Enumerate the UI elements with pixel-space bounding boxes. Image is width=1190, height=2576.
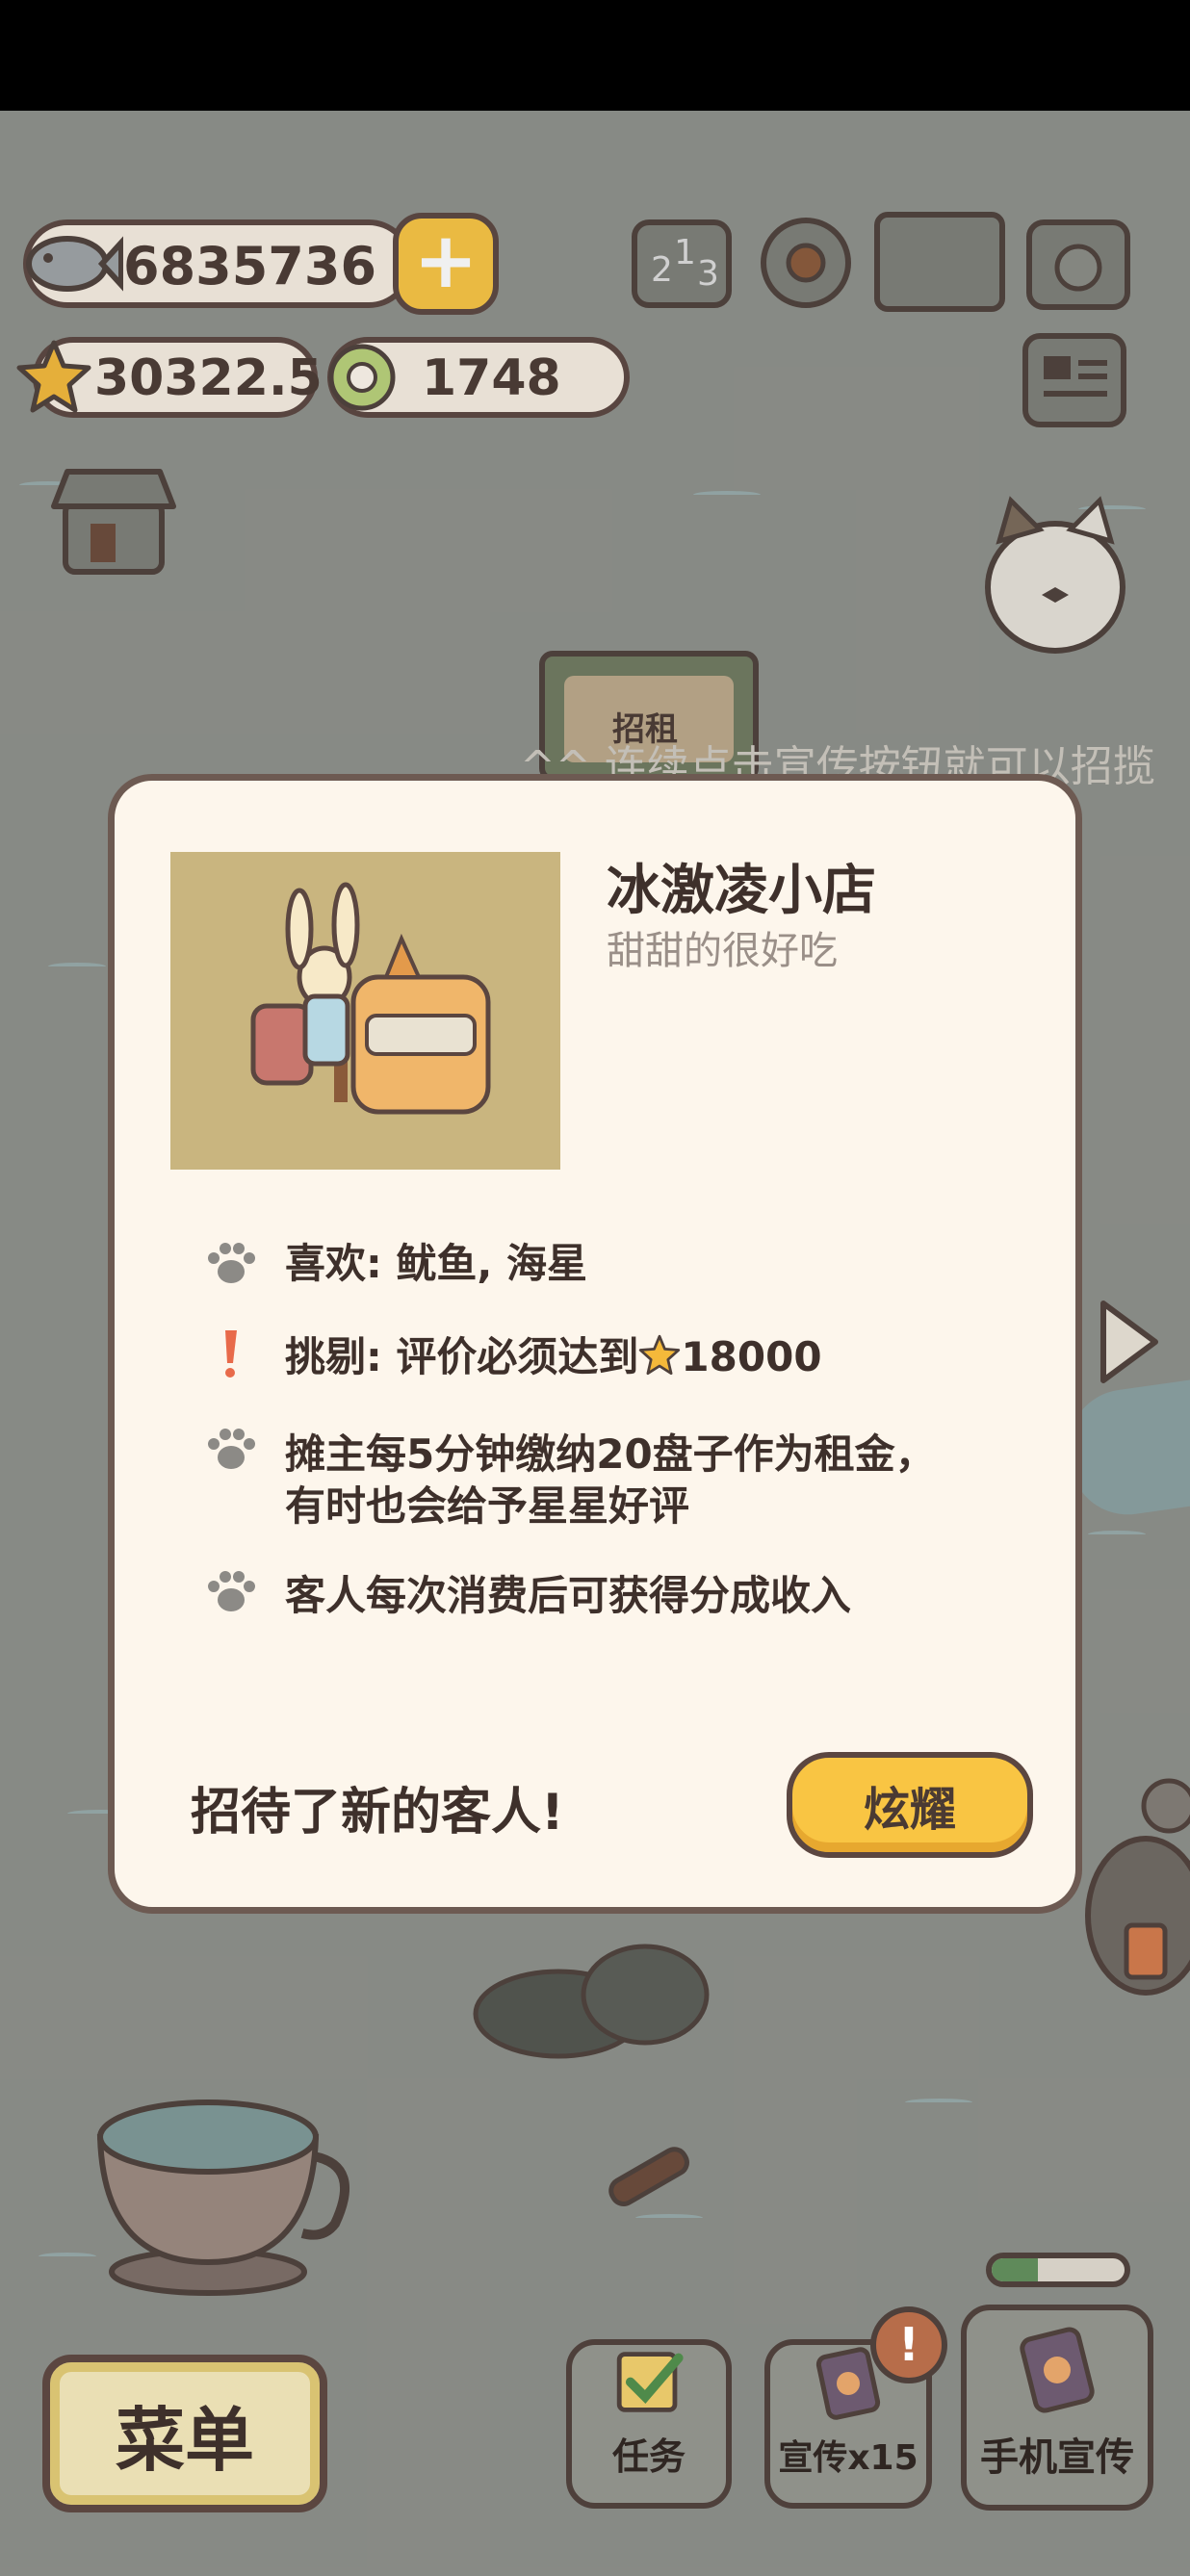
exclamation-icon (225, 1330, 237, 1378)
paw-icon (208, 1571, 255, 1611)
rent-info-text-line1: 摊主每5分钟缴纳20盘子作为租金， (285, 1430, 936, 1478)
next-arrow-icon[interactable] (1092, 1294, 1169, 1390)
phone-card-icon (1020, 2327, 1095, 2413)
picky-text: 挑剔: 评价必须达到 18000 (285, 1333, 822, 1380)
income-info-text: 客人每次消费后可获得分成收入 (285, 1572, 852, 1619)
promo-alert-badge: ! (870, 2306, 947, 2383)
status-bar (0, 0, 1190, 111)
phone-promo-button[interactable]: 手机宣传 (961, 2305, 1153, 2511)
paw-icon (208, 1243, 255, 1283)
rent-info-text-line2: 有时也会给予星星好评 (285, 1482, 690, 1530)
paw-icon (208, 1429, 255, 1469)
promo-progress-bar (986, 2253, 1130, 2287)
new-guest-text: 招待了新的客人! (191, 1784, 564, 1842)
share-button[interactable]: 炫耀 (787, 1752, 1033, 1858)
star-icon (639, 1334, 681, 1376)
menu-button[interactable]: 菜单 (42, 2355, 327, 2512)
likes-text: 喜欢: 鱿鱼, 海星 (285, 1240, 587, 1287)
ice-cream-shop-illustration (250, 882, 491, 1115)
promo-progress-fill (992, 2258, 1039, 2281)
shop-description: 甜甜的很好吃 (607, 929, 838, 973)
shop-name: 冰激凌小店 (607, 860, 876, 922)
task-checkbox-icon (616, 2352, 684, 2412)
task-button[interactable]: 任务 (566, 2339, 732, 2509)
mouse-character[interactable] (1069, 1771, 1190, 2002)
shop-image (170, 852, 560, 1170)
